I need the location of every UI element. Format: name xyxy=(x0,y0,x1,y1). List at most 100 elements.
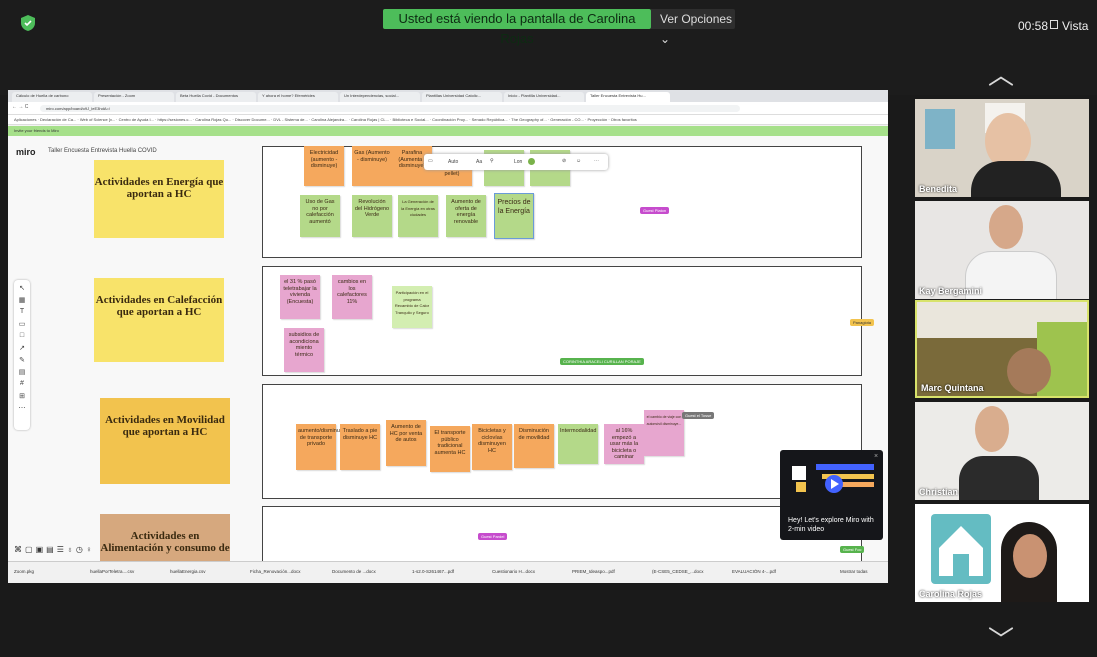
bookmark[interactable]: Coordinación Proy... xyxy=(432,117,468,122)
shape-tool-icon[interactable]: □ xyxy=(14,332,30,339)
bulb-icon[interactable]: ♀ xyxy=(86,545,95,554)
download-item[interactable]: (E-CSE5_CEDSE_...docx xyxy=(652,569,704,574)
comments-icon[interactable]: ▢ xyxy=(25,545,36,554)
security-shield-icon[interactable] xyxy=(20,14,36,32)
sticky-note[interactable]: subsidios de acondiciona miento térmico xyxy=(284,328,324,372)
participant-tile-carolina[interactable]: Carolina Rojas xyxy=(915,504,1089,602)
bookmark[interactable]: Proyección xyxy=(587,117,607,122)
sticky-note[interactable]: el cambio de viaje con automóvil disminu… xyxy=(644,410,684,456)
bookmark[interactable]: Discover Docume... xyxy=(235,117,270,122)
font-size-select[interactable]: Auto xyxy=(448,159,458,165)
vote-icon[interactable]: ♁ xyxy=(67,545,76,554)
participant-tile-christian[interactable]: Christian xyxy=(915,402,1089,500)
link-icon[interactable]: ⚲ xyxy=(490,158,494,164)
miro-logo[interactable]: miro xyxy=(16,147,36,157)
sticky-note[interactable]: cambios en los calefactores 11% xyxy=(332,275,372,319)
list-icon[interactable]: ☰ xyxy=(57,545,67,554)
board-icon[interactable]: ▤ xyxy=(46,545,57,554)
link-icon[interactable]: ⊘ xyxy=(562,158,566,164)
participant-tile-benedita[interactable]: Benedita xyxy=(915,99,1089,197)
download-item[interactable]: Documento de ...docx xyxy=(332,569,376,574)
grid-view-icon[interactable] xyxy=(1050,20,1058,29)
more-tools-icon[interactable]: ⋯ xyxy=(14,404,30,412)
text-tool-icon[interactable]: T xyxy=(14,308,30,315)
sticky-tool-icon[interactable]: ▭ xyxy=(14,320,30,328)
browser-tab[interactable]: Presentación - Zoom xyxy=(94,92,174,102)
font-style-button[interactable]: Aa xyxy=(476,159,482,165)
frames-icon[interactable]: ⌘ xyxy=(14,545,25,554)
bookmark[interactable]: Centro de Ayuda I... xyxy=(119,117,154,122)
sticky-note[interactable]: Bicicletas y ciclovías disminuyen HC xyxy=(472,424,512,470)
sticky-note-selected[interactable]: Precios de la Energía xyxy=(494,193,534,239)
sticky-note[interactable]: Revolución del Hidrógeno Verde xyxy=(352,195,392,237)
sticky-note[interactable]: Aumento de oferta de energía renovable xyxy=(446,195,486,237)
section-title-energia[interactable]: Actividades en Energía que aportan a HC xyxy=(94,160,224,238)
download-item[interactable]: EVALUACIÓN 4-...pdf xyxy=(732,569,776,574)
section-title-calefaccion[interactable]: Actividades en Calefacción que aportan a… xyxy=(94,278,224,362)
nav-arrows-icon[interactable]: ← → C xyxy=(12,104,28,110)
sticky-note[interactable]: Gas (Aumento - disminuye) xyxy=(352,146,392,186)
bookmark[interactable]: DVL - Sistema de... xyxy=(273,117,308,122)
url-input[interactable]: miro.com/app/board/o9J_leE3hdA=/ xyxy=(40,105,740,112)
sticky-note[interactable]: Participación en el programa Recambio de… xyxy=(392,286,432,328)
sticky-note[interactable]: Electricidad (aumento - disminuye) xyxy=(304,146,344,186)
bookmark[interactable]: Biblioteca e Social... xyxy=(393,117,429,122)
download-item[interactable]: PRIEM_Ideaspo...pdf xyxy=(572,569,615,574)
chat-icon[interactable]: ▣ xyxy=(36,545,47,554)
bookmark[interactable]: Aplicaciones xyxy=(14,117,36,122)
invite-notice-bar[interactable]: Invite your friends to Miro xyxy=(8,126,888,136)
bookmark[interactable]: Carolina Rojas Qu... xyxy=(195,117,231,122)
bookmark[interactable]: Carolina Rojas | CL... xyxy=(351,117,389,122)
browser-tab[interactable]: Un Interdependencias, social... xyxy=(340,92,420,102)
sticky-note[interactable]: al 16% empezó a usar más la bicicleta o … xyxy=(604,424,644,464)
section-title-movilidad[interactable]: Actividades en Movilidad que aportan a H… xyxy=(100,398,230,484)
bookmark[interactable]: Otros favoritos xyxy=(611,117,637,122)
bookmark[interactable]: Senado República... xyxy=(472,117,508,122)
board-name[interactable]: Taller Encuesta Entrevista Huella COVID xyxy=(48,148,157,154)
browser-tab-active[interactable]: Taller Encuesta Entrevista Hu... xyxy=(586,92,670,102)
download-item[interactable]: Ficha_Renovación...docx xyxy=(250,569,301,574)
bookmark[interactable]: https://sesiones.c... xyxy=(157,117,191,122)
sticky-note[interactable]: Aumento de HC por venta de autos xyxy=(386,420,426,466)
miro-video-popup[interactable]: × Hey! Let's explore Miro with 2-min vid… xyxy=(780,450,883,540)
scroll-up-chevron-icon[interactable]: ︿ xyxy=(988,55,1014,92)
bookmark[interactable]: Generación - CO... xyxy=(550,117,584,122)
frame-alimentacion[interactable] xyxy=(262,506,862,566)
browser-tab[interactable]: Y ahora el home? Efemérides xyxy=(258,92,338,102)
sticky-note[interactable]: Traslado a pie disminuye HC xyxy=(340,424,380,470)
video-thumbnail[interactable] xyxy=(786,460,876,500)
comment-tool-icon[interactable]: ▤ xyxy=(14,368,30,376)
sticky-note[interactable]: el 31 % pasó teletrabajar la vivienda (E… xyxy=(280,275,320,319)
scroll-down-chevron-icon[interactable]: ﹀ xyxy=(988,620,1014,657)
connector-tool-icon[interactable]: ↗ xyxy=(14,344,30,352)
download-item[interactable]: Zoom.pkg xyxy=(14,569,34,574)
browser-tab[interactable]: Cálculo de Huella de carbono xyxy=(12,92,92,102)
sticky-note[interactable]: Disminución de movilidad xyxy=(514,424,554,468)
browser-tab[interactable]: Plantillas Universidad Catolic... xyxy=(422,92,502,102)
view-label[interactable]: Vista xyxy=(1062,19,1088,33)
browser-tab[interactable]: Inicio - Plantilla Universidad... xyxy=(504,92,584,102)
select-tool-icon[interactable]: ↖ xyxy=(14,284,30,292)
participant-tile-marc-active[interactable]: Marc Quintana xyxy=(915,300,1089,398)
line-button[interactable]: Lon xyxy=(514,159,522,165)
sticky-note[interactable]: Uso de Gas no por calefacción aumentó xyxy=(300,195,340,237)
pen-tool-icon[interactable]: ✎ xyxy=(14,356,30,364)
download-item[interactable]: huellaEnergia.csv xyxy=(170,569,206,574)
download-item[interactable]: Cuestionario H...docx xyxy=(492,569,535,574)
show-all-downloads[interactable]: Mostrar todas xyxy=(840,569,868,574)
sticky-note[interactable]: La Generación de la Energía en otras ciu… xyxy=(398,195,438,237)
participant-tile-kay[interactable]: Kay Bergamini xyxy=(915,201,1089,299)
close-icon[interactable]: × xyxy=(874,453,878,460)
download-item[interactable]: 1-s2.0-S261467...pdf xyxy=(412,569,454,574)
clock-icon[interactable]: ◷ xyxy=(76,545,86,554)
bookmark[interactable]: Web of Science [v... xyxy=(80,117,115,122)
frame-tool-icon[interactable]: # xyxy=(14,380,30,387)
upload-tool-icon[interactable]: ⊞ xyxy=(14,392,30,400)
view-options-button[interactable]: Ver Opciones ⌄ xyxy=(651,9,735,46)
download-item[interactable]: huellaPorTeletra....csv xyxy=(90,569,134,574)
sticky-note[interactable]: El transporte público tradicional aument… xyxy=(430,426,470,472)
bookmark[interactable]: Carolina Alejandra... xyxy=(311,117,347,122)
sticky-note[interactable]: Intermodalidad xyxy=(558,424,598,464)
browser-tab[interactable]: Beta Huella Covid - Documentos xyxy=(176,92,256,102)
bookmark[interactable]: The Geography of... xyxy=(511,117,547,122)
